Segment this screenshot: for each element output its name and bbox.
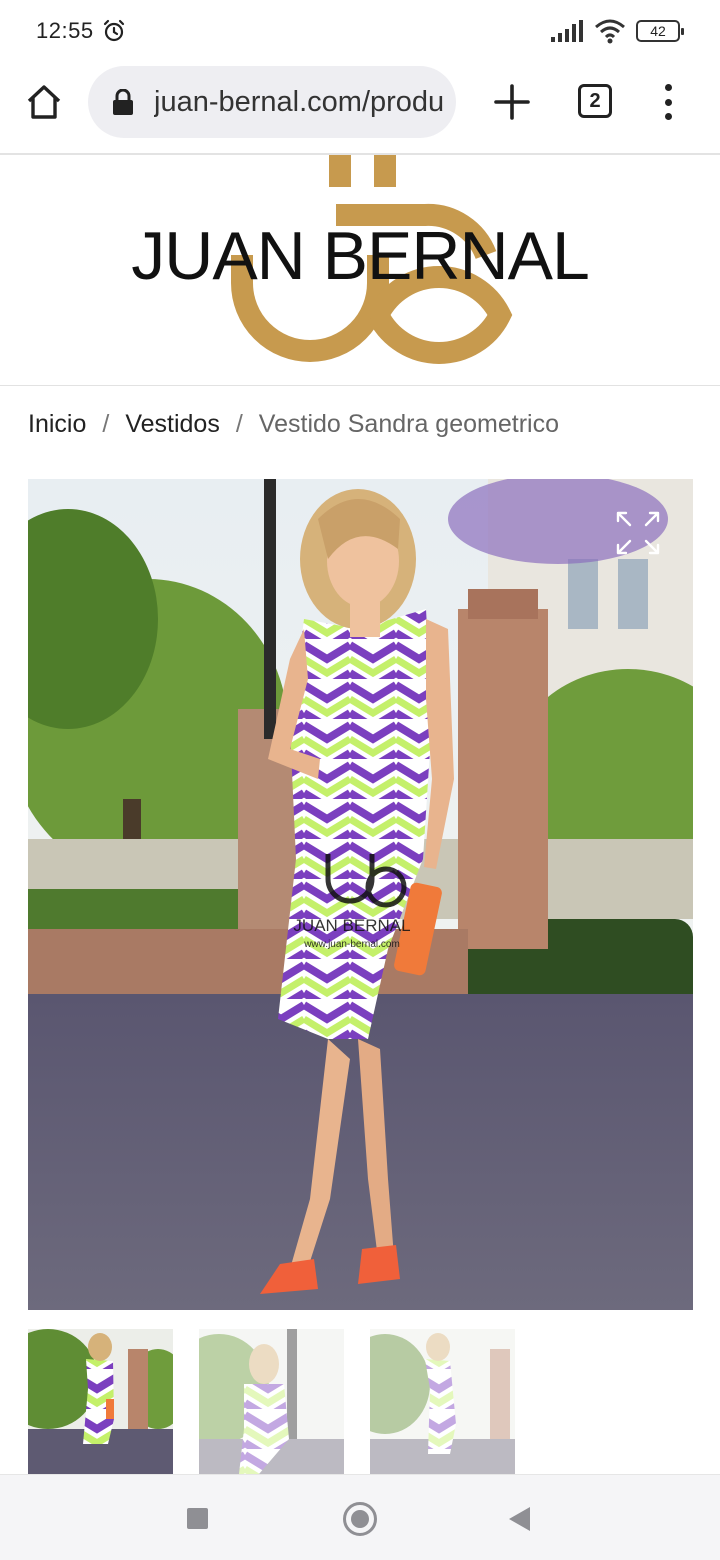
home-icon xyxy=(27,85,61,119)
url-bar[interactable]: juan-bernal.com/produ xyxy=(88,66,456,138)
thumbnail-photo xyxy=(199,1329,344,1474)
system-nav-bar xyxy=(0,1474,720,1560)
back-button[interactable] xyxy=(509,1507,530,1531)
header-divider xyxy=(0,385,720,386)
thumbnail-3[interactable] xyxy=(370,1329,515,1474)
menu-dot xyxy=(664,84,672,91)
breadcrumb-current: Vestido Sandra geometrico xyxy=(258,409,559,438)
wifi-icon xyxy=(595,19,625,44)
menu-button[interactable] xyxy=(656,80,680,124)
signal-icon xyxy=(551,20,583,42)
tab-count: 2 xyxy=(589,89,601,112)
breadcrumb-separator: / xyxy=(102,409,110,438)
thumbnail-2[interactable] xyxy=(199,1329,344,1474)
status-time: 12:55 xyxy=(36,18,94,43)
battery-icon: 42 xyxy=(636,20,684,42)
thumbnail-1[interactable] xyxy=(28,1329,173,1474)
breadcrumb-category-link[interactable]: Vestidos xyxy=(125,410,220,439)
status-bar: 12:55 42 xyxy=(0,0,720,62)
alarm-icon xyxy=(103,19,124,42)
breadcrumb-home-link[interactable]: Inicio xyxy=(28,410,86,439)
site-header[interactable]: JUAN BERNAL xyxy=(0,155,720,385)
thumbnail-photo xyxy=(28,1329,173,1474)
home-nav-button[interactable] xyxy=(343,1502,377,1536)
product-photo: JUAN BERNAL www.juan-bernal.com xyxy=(28,479,693,1310)
product-main-image[interactable]: JUAN BERNAL www.juan-bernal.com xyxy=(28,479,693,1310)
menu-dot xyxy=(664,98,672,106)
breadcrumb: Inicio / Vestidos / Vestido Sandra geome… xyxy=(28,404,559,444)
menu-dot xyxy=(664,113,672,120)
browser-toolbar: juan-bernal.com/produ 2 xyxy=(0,62,720,154)
new-tab-button[interactable] xyxy=(490,80,534,124)
tabs-button[interactable]: 2 xyxy=(578,84,612,118)
url-text: juan-bernal.com/produ xyxy=(154,85,445,118)
expand-icon[interactable] xyxy=(614,509,662,557)
battery-level: 42 xyxy=(650,23,666,39)
thumbnail-gallery xyxy=(28,1329,515,1474)
home-button[interactable] xyxy=(22,80,66,124)
watermark-url: www.juan-bernal.com xyxy=(303,939,400,950)
status-icons: 42 xyxy=(550,18,684,44)
breadcrumb-separator: / xyxy=(235,409,243,438)
brand-logo[interactable]: JUAN BERNAL xyxy=(130,155,590,385)
thumbnail-photo xyxy=(370,1329,515,1474)
recents-button[interactable] xyxy=(187,1508,208,1529)
logo-text: JUAN BERNAL xyxy=(131,218,589,294)
watermark-brand: JUAN BERNAL xyxy=(293,916,410,935)
lock-icon xyxy=(113,89,133,115)
